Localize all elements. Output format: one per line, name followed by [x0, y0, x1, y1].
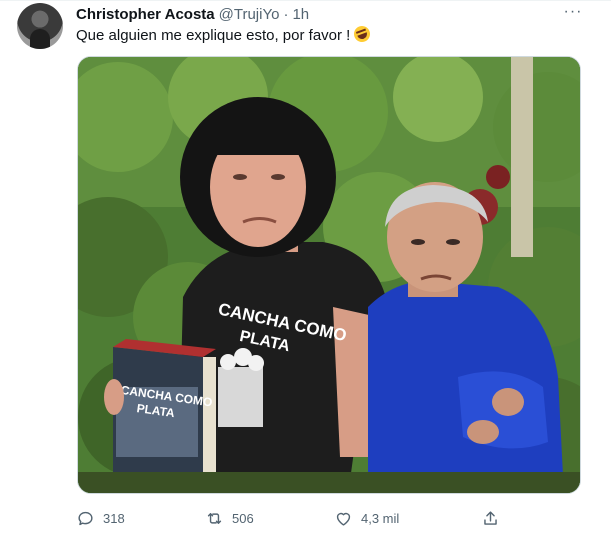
- retweet-button[interactable]: 506: [205, 506, 254, 530]
- author-handle[interactable]: @TrujiYo: [219, 6, 280, 23]
- author-name[interactable]: Christopher Acosta: [76, 6, 215, 23]
- reply-count: 318: [103, 510, 125, 526]
- heart-icon: [336, 512, 351, 526]
- like-count: 4,3 mil: [361, 510, 400, 526]
- share-button[interactable]: [481, 506, 500, 530]
- retweet-icon: [207, 512, 222, 524]
- more-options-button[interactable]: ···: [562, 1, 584, 23]
- photo-illustration: CANCHA COMO PLATA CANCHA COMO PLATA: [78, 57, 580, 493]
- like-button[interactable]: 4,3 mil: [334, 506, 399, 530]
- share-icon: [484, 510, 497, 525]
- reply-icon: [78, 511, 93, 525]
- retweet-count: 506: [232, 510, 254, 526]
- tweet-actions: 318 506 4,3 mil: [76, 506, 506, 530]
- tweet-photo[interactable]: CANCHA COMO PLATA CANCHA COMO PLATA: [77, 56, 581, 494]
- tweet-header: Christopher Acosta @TrujiYo · 1h: [76, 4, 309, 24]
- tweet-timestamp[interactable]: 1h: [292, 6, 309, 23]
- header-separator: ·: [283, 5, 289, 23]
- avatar[interactable]: [17, 3, 63, 49]
- reply-button[interactable]: 318: [76, 506, 125, 530]
- tweet-text: Que alguien me explique esto, por favor …: [76, 23, 373, 45]
- tweet-text-content: Que alguien me explique esto, por favor …: [76, 27, 351, 44]
- rolling-laughing-emoji-icon: [352, 23, 373, 45]
- tweet[interactable]: Christopher Acosta @TrujiYo · 1h ··· Que…: [0, 0, 611, 543]
